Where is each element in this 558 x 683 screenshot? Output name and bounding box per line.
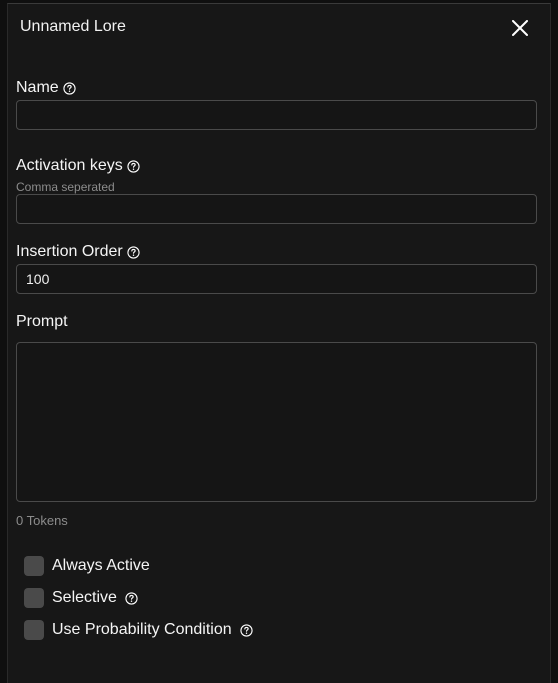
name-input[interactable] — [16, 100, 537, 130]
help-icon[interactable] — [240, 623, 253, 637]
close-button[interactable] — [512, 20, 528, 36]
use-probability-option: Use Probability Condition — [24, 620, 253, 640]
activation-keys-hint: Comma seperated — [16, 180, 115, 194]
help-icon[interactable] — [127, 245, 140, 259]
activation-keys-label: Activation keys — [16, 157, 140, 175]
activation-keys-input[interactable] — [16, 194, 537, 224]
help-icon[interactable] — [125, 591, 138, 605]
always-active-checkbox[interactable] — [24, 556, 44, 576]
panel-title: Unnamed Lore — [20, 18, 126, 35]
insertion-order-label-text: Insertion Order — [16, 243, 123, 260]
insertion-order-input[interactable] — [16, 264, 537, 294]
always-active-option: Always Active — [24, 556, 150, 576]
help-icon[interactable] — [127, 159, 140, 173]
lore-editor-panel: Unnamed Lore Name Activation keys Comma … — [7, 3, 551, 683]
close-icon — [512, 20, 528, 36]
token-count: 0 Tokens — [16, 513, 68, 528]
selective-label: Selective — [52, 589, 117, 606]
name-label: Name — [16, 79, 76, 97]
use-probability-label: Use Probability Condition — [52, 621, 232, 638]
always-active-label: Always Active — [52, 557, 150, 574]
activation-keys-label-text: Activation keys — [16, 157, 123, 174]
selective-option: Selective — [24, 588, 138, 608]
prompt-label-text: Prompt — [16, 313, 68, 330]
prompt-label: Prompt — [16, 313, 68, 331]
prompt-textarea[interactable] — [16, 342, 537, 502]
help-icon[interactable] — [63, 81, 76, 95]
name-label-text: Name — [16, 79, 59, 96]
insertion-order-label: Insertion Order — [16, 243, 140, 261]
use-probability-checkbox[interactable] — [24, 620, 44, 640]
selective-checkbox[interactable] — [24, 588, 44, 608]
